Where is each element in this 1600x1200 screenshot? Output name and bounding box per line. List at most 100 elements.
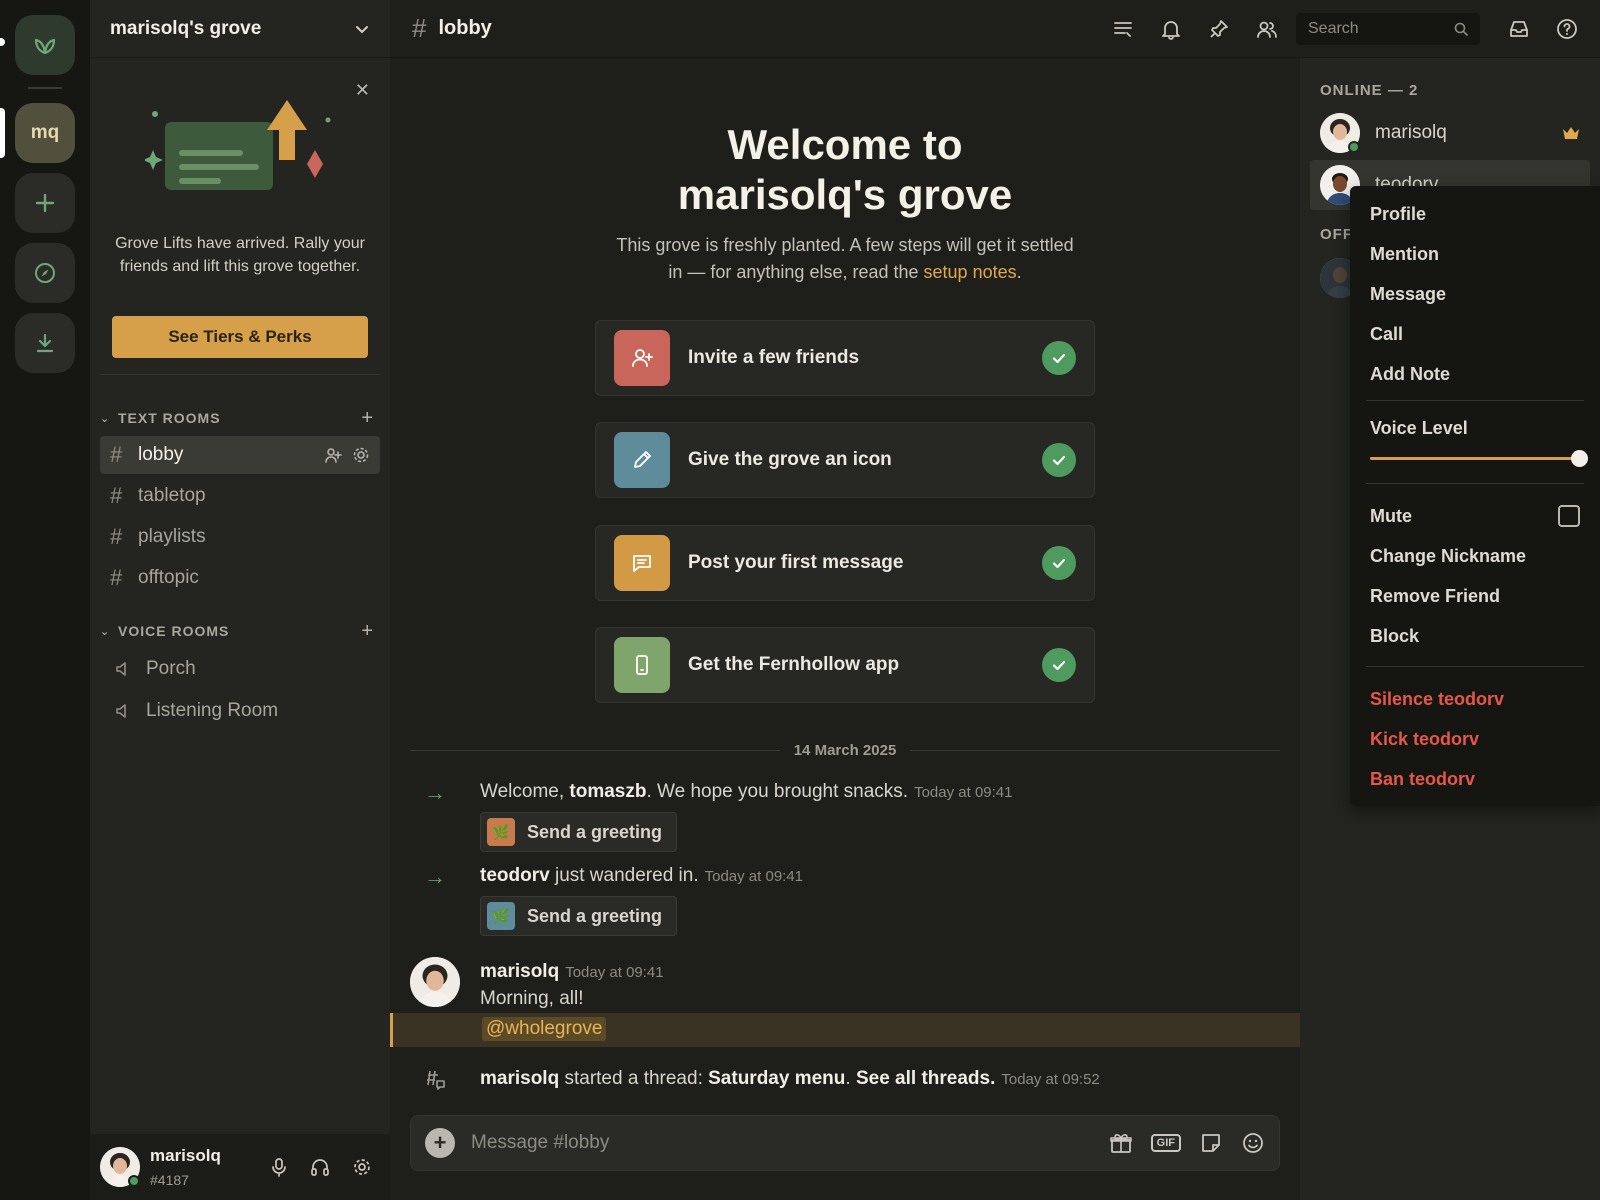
member-marisolq[interactable]: marisolq — [1310, 108, 1590, 158]
plus-icon — [35, 193, 55, 213]
members-icon[interactable] — [1256, 18, 1278, 40]
inbox-icon[interactable] — [1508, 18, 1530, 40]
slider-handle[interactable] — [1571, 450, 1588, 467]
menu-change-nickname[interactable]: Change Nickname — [1350, 536, 1600, 576]
menu-remove-friend[interactable]: Remove Friend — [1350, 576, 1600, 616]
step-label: Invite a few friends — [688, 347, 860, 368]
send-greeting-button[interactable]: 🌿 Send a greeting — [480, 812, 678, 852]
voice-listening-room[interactable]: Listening Room — [100, 692, 380, 730]
search-input[interactable]: Search — [1296, 12, 1480, 45]
attach-button[interactable]: + — [425, 1128, 455, 1158]
menu-block[interactable]: Block — [1350, 616, 1600, 656]
username[interactable]: marisolq — [480, 1068, 559, 1089]
menu-add-note[interactable]: Add Note — [1350, 354, 1600, 394]
server-initials: mq — [30, 122, 60, 143]
channel-name: lobby — [138, 444, 184, 465]
gift-icon[interactable] — [1109, 1131, 1133, 1155]
home-button[interactable] — [15, 15, 75, 75]
channel-sidebar: marisolq's grove ✕ Grove Lifts have arri… — [90, 0, 390, 1200]
server-mq[interactable]: mq — [15, 103, 75, 163]
hash-icon: # — [110, 565, 123, 590]
close-icon[interactable]: ✕ — [355, 80, 370, 101]
menu-mute[interactable]: Mute — [1350, 496, 1600, 536]
boost-promo: ✕ Grove Lifts have arrived. Rally your f… — [90, 70, 390, 375]
microphone-icon[interactable] — [270, 1157, 288, 1177]
download-apps-button[interactable] — [15, 313, 75, 373]
date-label: 14 March 2025 — [793, 741, 897, 759]
help-icon[interactable] — [1556, 18, 1578, 40]
step-label: Give the grove an icon — [688, 449, 892, 470]
menu-ban[interactable]: Ban teodorv — [1350, 759, 1600, 799]
voice-rooms-category[interactable]: ⌄ VOICE ROOMS + — [100, 618, 380, 644]
mention-tag[interactable]: @wholegrove — [482, 1017, 607, 1041]
step-invite-friends[interactable]: Invite a few friends — [595, 320, 1095, 396]
see-all-threads-link[interactable]: See all threads. — [856, 1068, 995, 1089]
check-icon — [1042, 341, 1076, 375]
voice-level-label: Voice Level — [1370, 417, 1468, 438]
send-greeting-button[interactable]: 🌿 Send a greeting — [480, 896, 678, 936]
pin-icon[interactable] — [1208, 18, 1230, 40]
category-label: VOICE ROOMS — [118, 623, 230, 639]
menu-mention[interactable]: Mention — [1350, 234, 1600, 274]
hash-icon: # — [110, 442, 123, 467]
menu-silence[interactable]: Silence teodorv — [1350, 679, 1600, 719]
menu-kick[interactable]: Kick teodorv — [1350, 719, 1600, 759]
menu-message[interactable]: Message — [1350, 274, 1600, 314]
thread-link[interactable]: Saturday menu — [708, 1068, 845, 1089]
welcome-title: Welcome to marisolq's grove — [390, 120, 1300, 220]
add-user-icon — [614, 330, 670, 386]
emoji-icon[interactable] — [1241, 1131, 1265, 1155]
text-rooms-category[interactable]: ⌄ TEXT ROOMS + — [100, 405, 380, 431]
join-arrow-icon: → — [424, 780, 446, 805]
guild-header[interactable]: marisolq's grove — [90, 0, 390, 58]
channel-offtopic[interactable]: # offtopic — [100, 559, 380, 597]
thread-icon — [427, 1070, 445, 1090]
invite-icon[interactable] — [324, 446, 342, 464]
setup-notes-link[interactable]: setup notes — [924, 262, 1017, 282]
voice-level-slider[interactable] — [1370, 443, 1588, 475]
headphones-icon[interactable] — [310, 1157, 330, 1177]
gear-icon[interactable] — [352, 1157, 372, 1177]
menu-profile[interactable]: Profile — [1350, 194, 1600, 234]
mute-checkbox[interactable] — [1558, 505, 1580, 527]
date-divider: 14 March 2025 — [410, 740, 1281, 760]
add-channel-icon[interactable]: + — [361, 407, 374, 430]
online-status-dot — [1348, 141, 1360, 153]
voice-porch[interactable]: Porch — [100, 650, 380, 688]
step-label: Get the Fernhollow app — [688, 654, 900, 675]
add-server-button[interactable] — [15, 173, 75, 233]
threads-icon[interactable] — [1112, 18, 1134, 40]
add-channel-icon[interactable]: + — [361, 620, 374, 643]
step-first-message[interactable]: Post your first message — [595, 525, 1095, 601]
slider-fill — [1370, 457, 1580, 460]
channel-title: lobby — [438, 17, 492, 39]
avatar[interactable] — [100, 1147, 140, 1187]
bell-icon[interactable] — [1160, 18, 1182, 40]
step-get-app[interactable]: Get the Fernhollow app — [595, 627, 1095, 703]
avatar[interactable] — [410, 957, 460, 1007]
join-arrow-icon: → — [424, 864, 446, 889]
menu-separator — [1366, 400, 1584, 401]
greeting-label: Send a greeting — [527, 821, 663, 842]
see-tiers-button[interactable]: See Tiers & Perks — [112, 316, 368, 358]
step-grove-icon[interactable]: Give the grove an icon — [595, 422, 1095, 498]
message-composer: + Message #lobby GIF — [410, 1115, 1280, 1171]
channel-tabletop[interactable]: # tabletop — [100, 477, 380, 515]
hash-icon: # — [110, 524, 123, 549]
channel-lobby[interactable]: # lobby — [100, 436, 380, 474]
chevron-down-icon: ⌄ — [100, 412, 111, 425]
timestamp: Today at 09:41 — [914, 784, 1013, 801]
gear-icon[interactable] — [352, 446, 370, 464]
username[interactable]: teodorv — [480, 865, 550, 886]
message-text: Welcome, — [480, 781, 570, 802]
gif-button[interactable]: GIF — [1150, 1134, 1181, 1152]
username[interactable]: tomaszb — [569, 781, 646, 802]
menu-call[interactable]: Call — [1350, 314, 1600, 354]
channel-name: Listening Room — [146, 700, 279, 721]
sticker-icon[interactable] — [1199, 1131, 1223, 1155]
explore-button[interactable] — [15, 243, 75, 303]
message-input[interactable]: Message #lobby — [471, 1132, 1109, 1154]
channel-playlists[interactable]: # playlists — [100, 518, 380, 556]
timestamp: Today at 09:52 — [1001, 1071, 1100, 1088]
username[interactable]: marisolq — [480, 961, 559, 982]
